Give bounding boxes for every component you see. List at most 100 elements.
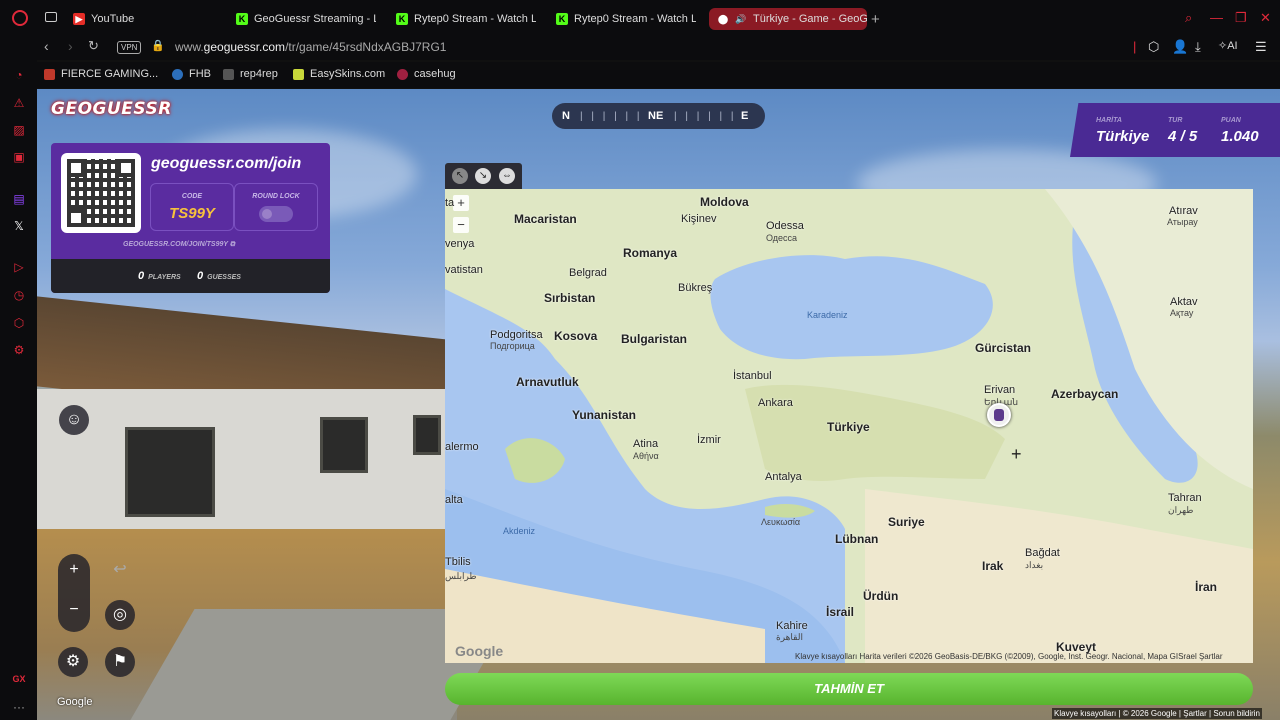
bookmark-fhb[interactable]: FHB [172,68,211,80]
copy-icon[interactable]: ⧉ [230,241,235,248]
bookmark-fierce-gaming[interactable]: FIERCE GAMING... [44,68,158,80]
gx-icon[interactable]: GX [12,672,26,686]
search-tabs-icon[interactable]: ⌕ [1185,10,1192,26]
tab-kick-1[interactable]: K GeoGuessr Streaming - Li [236,8,376,30]
maximize-icon[interactable]: ❐ [1235,10,1247,26]
twitch-icon[interactable]: ▤ [12,192,26,206]
extensions-sidebar-icon[interactable]: ⬡ [12,316,26,330]
gx-control-icon[interactable]: ⚠ [12,96,26,110]
tab-kick-3[interactable]: K Rytep0 Stream - Watch Liv [556,8,696,30]
map-sea-label: Akdeniz [503,526,536,536]
undo-button[interactable]: ↩ [105,555,135,585]
compass: N | | | | | | NE | | | | | | E [552,103,765,129]
map-zoom-in[interactable]: + [453,195,469,211]
bookmark-rep4rep[interactable]: rep4rep [223,68,278,80]
map-city-label: alta [445,494,463,506]
map-native-label: بغداد [1025,560,1044,570]
map-country-label: İran [1195,580,1218,594]
streetview-footer[interactable]: Klavye kısayolları | © 2026 Google | Şar… [1052,708,1263,719]
bookmark-icon [44,68,55,80]
more-icon[interactable]: ··· [12,700,26,714]
tab-kick-2[interactable]: K Rytep0 Stream - Watch Liv [396,8,536,30]
close-icon[interactable]: ✕ [1260,10,1271,26]
map-country-label: Türkiye [827,420,870,434]
emote-button[interactable]: ☺ [59,405,89,435]
music-player-icon[interactable]: ▣ [12,150,26,164]
map-zoom-out[interactable]: − [453,217,469,233]
players-stat: 0 PLAYERS [138,270,181,282]
map-name: Türkiye [1096,128,1150,145]
map-native-label: Подгорица [490,341,535,351]
map-expand-icon[interactable]: ↘ [475,168,491,184]
menu-icon[interactable]: ☰ [1255,39,1267,55]
x-twitter-icon[interactable]: 𝕏 [12,219,26,233]
vpn-badge[interactable]: VPN [117,41,142,54]
street-view[interactable]: GEOGUESSR geoguessr.com/join CODE TS99Y … [37,89,1280,720]
map-city-label: Atırav [1169,205,1198,217]
game-status: HARİTA Türkiye TUR 4 / 5 PUAN 1.040 [1070,103,1280,157]
guess-map[interactable]: + − Moldova Macaristan Romanya Sırbistan Kos… [445,189,1253,663]
map-city-label: Atina [633,438,659,450]
lock-icon[interactable]: 🔒 [151,39,165,52]
map-native-label: Атырау [1167,217,1198,227]
bookmarks-bar: FIERCE GAMING... FHB rep4rep EasySkins.c… [0,62,1280,88]
kick-icon: K [396,13,408,25]
settings-icon[interactable]: ⚙ [12,343,26,357]
forward-icon[interactable]: › [68,38,73,54]
tab-geoguessr[interactable]: ⬤ 🔊 Türkiye - Game - GeoG [709,8,867,30]
map-city-label: Bağdat [1025,547,1060,559]
join-link[interactable]: GEOGUESSR.COM/JOIN/TS99Y ⧉ [123,241,235,249]
player-icon[interactable]: ▷ [12,260,26,274]
map-city-label: alermo [445,441,479,453]
join-url: geoguessr.com/join [151,155,302,172]
url-field[interactable]: www.geoguessr.com/tr/game/45rsdNdxAGBJ7R… [175,40,446,54]
building-window [320,417,368,473]
map-pin-icon[interactable]: ⇔ [499,168,515,184]
profile-icon[interactable]: 👤 [1172,39,1188,55]
tab-overview-icon[interactable] [45,12,57,22]
round-lock-toggle[interactable] [259,206,293,222]
guess-button[interactable]: TAHMİN ET [445,673,1253,705]
reload-icon[interactable]: ↻ [88,38,99,54]
divider-icon: | [1133,39,1137,54]
download-icon[interactable]: ⤓ [1195,39,1201,55]
map-native-label: Ақтау [1170,308,1194,318]
bookmark-casehug[interactable]: casehug [397,68,456,80]
map-native-label: Αθήνα [633,451,659,461]
back-icon[interactable]: ‹ [44,38,49,54]
map-country-label: Sırbistan [544,291,596,305]
map-city-label: Ankara [758,397,793,409]
round-lock-box: ROUND LOCK [234,183,318,231]
bookmark-icon [397,68,408,80]
zoom-out-button[interactable]: − [59,595,89,625]
bookmark-easyskins[interactable]: EasySkins.com [293,68,385,80]
new-tab-button[interactable]: + [871,8,880,30]
map-attribution[interactable]: Klavye kısayolları Harita verileri ©2026… [795,652,1223,661]
map-country-label: Bulgaristan [621,332,688,346]
map-native-label: طهران [1168,505,1194,515]
map-city-label: Podgoritsa [490,329,543,341]
zoom-in-button[interactable]: + [59,555,89,585]
geoguessr-logo[interactable]: GEOGUESSR [51,99,172,119]
ai-button[interactable]: ✧AI [1218,39,1238,52]
tab-youtube[interactable]: ▶ YouTube [73,8,223,30]
map-city-label: Tahran [1168,492,1202,504]
speaker-icon: 🔊 [735,13,747,24]
minimize-icon[interactable]: — [1210,10,1223,25]
ai-icon: ✧ [1218,40,1228,52]
map-shrink-icon[interactable]: ↖ [452,168,468,184]
map-country-label: Gürcistan [975,341,1032,355]
speed-dial-icon[interactable]: ◔ [12,68,26,82]
map-country-label: Lübnan [835,532,879,546]
settings-button[interactable]: ⚙ [58,647,88,677]
return-to-start-button[interactable]: ⚑ [105,647,135,677]
guesses-stat: 0 GUESSES [197,270,241,282]
history-icon[interactable]: ◷ [12,288,26,302]
player-avatar-pin [987,403,1011,427]
gx-corner-icon[interactable]: ▨ [12,123,26,137]
set-checkpoint-button[interactable]: ◎ [105,600,135,630]
extensions-icon[interactable]: ⬡ [1148,39,1159,55]
map-country-label: Kosova [554,329,598,343]
opera-menu-icon[interactable] [12,10,28,26]
map-city-label: Antalya [765,471,802,483]
